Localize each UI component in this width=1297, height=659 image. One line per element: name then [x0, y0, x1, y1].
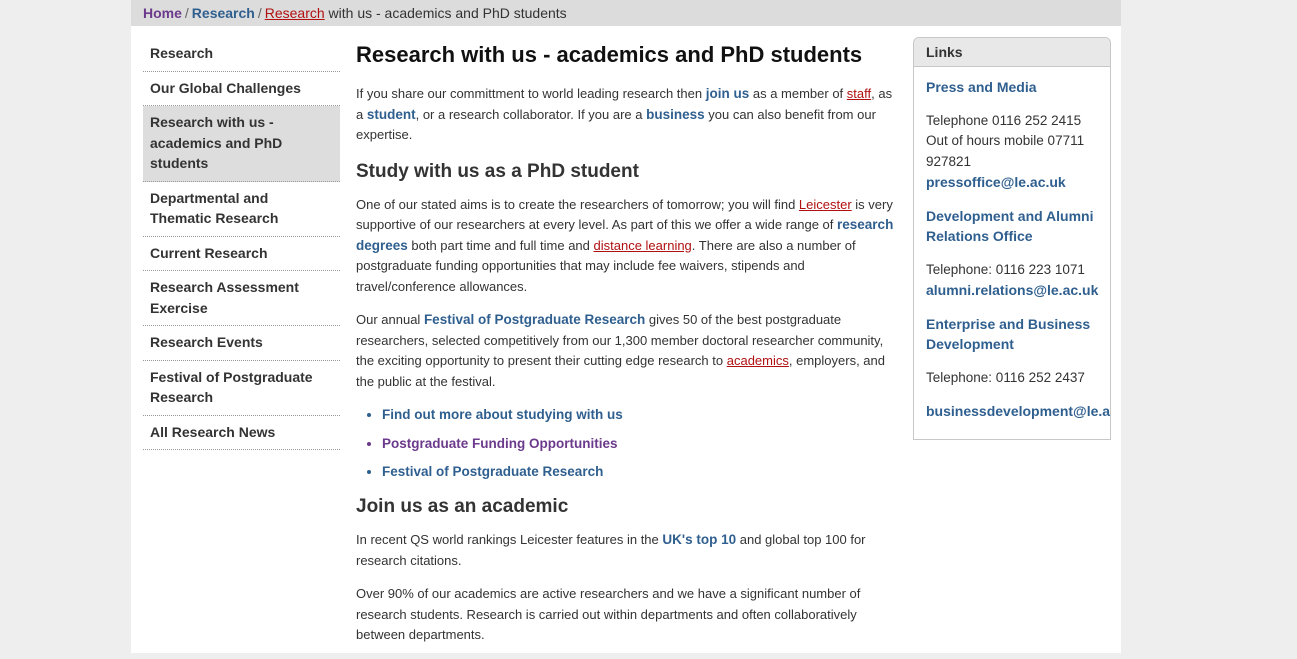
press-media-link[interactable]: Press and Media	[926, 77, 1098, 98]
sidebar-nav: Research Our Global Challenges Research …	[143, 37, 340, 450]
academic-heading: Join us as an academic	[356, 496, 569, 517]
intro-text: as a member of	[749, 86, 847, 101]
breadcrumb-separator: /	[184, 5, 189, 21]
alumni-office-link[interactable]: Development and Alumni Relations Office	[926, 206, 1098, 247]
press-telephone: Telephone 0116 252 2415	[926, 112, 1082, 128]
academics-link[interactable]: academics	[727, 353, 789, 368]
sidebar-item-research-assessment[interactable]: Research Assessment Exercise	[143, 271, 340, 326]
sidebar-item-global-challenges[interactable]: Our Global Challenges	[143, 72, 340, 106]
enterprise-telephone: Telephone: 0116 252 2437	[926, 369, 1085, 385]
business-email-link[interactable]: businessdevelopment@le.ac.	[926, 401, 1110, 422]
student-link[interactable]: student	[367, 107, 416, 122]
sidebar-item-departmental-research[interactable]: Departmental and Thematic Research	[143, 182, 340, 237]
links-panel: Links Press and Media Telephone 0116 252…	[913, 37, 1111, 440]
academic-paragraph-2: Over 90% of our academics are active res…	[356, 586, 861, 642]
academic-text: In recent QS world rankings Leicester fe…	[356, 532, 663, 547]
links-body: Press and Media Telephone 0116 252 2415 …	[914, 67, 1110, 422]
phd-heading: Study with us as a PhD student	[356, 160, 639, 182]
intro-paragraph: If you share our committment to world le…	[356, 84, 896, 146]
leicester-link[interactable]: Leicester	[799, 197, 852, 212]
sidebar-item-festival[interactable]: Festival of Postgraduate Research	[143, 361, 340, 416]
phd-paragraph-1: One of our stated aims is to create the …	[356, 195, 896, 298]
staff-link[interactable]: staff	[847, 86, 871, 101]
intro-text: , or a research collaborator. If you are…	[415, 106, 647, 122]
festival-list-link[interactable]: Festival of Postgraduate Research	[382, 464, 603, 479]
sidebar-item-research[interactable]: Research	[143, 37, 340, 72]
business-link[interactable]: business	[646, 107, 705, 122]
phd-text: One of our stated aims is to create the …	[356, 196, 799, 212]
sidebar-item-research-with-us[interactable]: Research with us - academics and PhD stu…	[143, 106, 340, 182]
press-mobile: Out of hours mobile 07711 927821	[926, 133, 1085, 169]
join-us-link[interactable]: join us	[706, 86, 750, 101]
academic-paragraph-1: In recent QS world rankings Leicester fe…	[356, 530, 896, 571]
breadcrumb-current: with us - academics and PhD students	[328, 5, 567, 21]
distance-learning-link[interactable]: distance learning	[594, 238, 692, 253]
uk-top-10-link[interactable]: UK's top 10	[662, 532, 736, 547]
study-with-us-link[interactable]: Find out more about studying with us	[382, 407, 623, 422]
phd-links-list: Find out more about studying with us Pos…	[356, 405, 896, 482]
sidebar-item-current-research[interactable]: Current Research	[143, 237, 340, 271]
page: Home / Research / Research with us - academi…	[131, 0, 1121, 653]
breadcrumb-research-link[interactable]: Research	[192, 5, 255, 21]
intro-text: If you share our committment to world le…	[356, 86, 706, 101]
sidebar-item-research-news[interactable]: All Research News	[143, 416, 340, 450]
links-heading: Links	[914, 38, 1110, 67]
breadcrumb-home-link[interactable]: Home	[143, 5, 182, 21]
list-item: Festival of Postgraduate Research	[382, 462, 896, 482]
phd-paragraph-2: Our annual Festival of Postgraduate Rese…	[356, 310, 896, 392]
list-item: Postgraduate Funding Opportunities	[382, 434, 896, 454]
sidebar-item-research-events[interactable]: Research Events	[143, 326, 340, 361]
alumni-email-link[interactable]: alumni.relations@le.ac.uk	[926, 280, 1098, 301]
phd-text: Our annual	[356, 312, 424, 327]
press-email-link[interactable]: pressoffice@le.ac.uk	[926, 172, 1098, 193]
funding-opportunities-link[interactable]: Postgraduate Funding Opportunities	[382, 436, 618, 451]
enterprise-link[interactable]: Enterprise and Business Development	[926, 314, 1098, 355]
breadcrumb-separator: /	[257, 5, 262, 21]
list-item: Find out more about studying with us	[382, 405, 896, 425]
breadcrumb: Home / Research / Research with us - academi…	[131, 0, 1121, 26]
alumni-telephone: Telephone: 0116 223 1071	[926, 261, 1085, 277]
main-content: Research with us - academics and PhD stu…	[356, 40, 896, 659]
page-title: Research with us - academics and PhD stu…	[356, 42, 863, 67]
phd-text: both part time and full time and	[407, 237, 594, 253]
breadcrumb-research-spelling-link[interactable]: Research	[265, 5, 325, 21]
festival-link[interactable]: Festival of Postgraduate Research	[424, 312, 645, 327]
